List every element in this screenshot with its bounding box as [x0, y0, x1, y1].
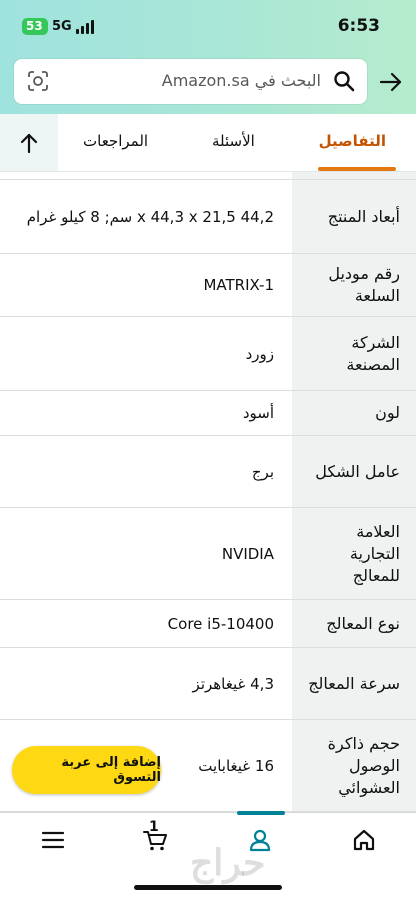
detail-key: سرعة المعالج: [292, 648, 416, 719]
battery-indicator: 53: [22, 18, 48, 35]
cart-icon[interactable]: [142, 827, 168, 853]
detail-value: برج: [251, 462, 274, 481]
table-row: الشركة المصنعة زورد: [0, 317, 416, 391]
tab-details[interactable]: التفاصيل: [319, 132, 386, 150]
table-row: لون أسود: [0, 391, 416, 436]
detail-key: عامل الشكل: [292, 436, 416, 507]
detail-key: رقم موديل السلعة: [292, 254, 416, 316]
search-bar[interactable]: البحث في Amazon.sa: [14, 59, 367, 104]
detail-value: NVIDIA: [221, 544, 274, 563]
detail-key: العلامة التجارية للمعالج: [292, 508, 416, 599]
detail-value: 4,3 غيغاهرتز: [192, 674, 274, 693]
arrow-up-icon: [20, 133, 38, 154]
table-row: أبعاد المنتج 44,2 x 44,3 x 21,5 سم; 8 كي…: [0, 180, 416, 254]
clock: 6:53: [337, 16, 380, 36]
search-icon[interactable]: [333, 70, 355, 92]
camera-lens-icon[interactable]: [27, 70, 49, 92]
detail-value: 44,2 x 44,3 x 21,5 سم; 8 كيلو غرام: [26, 207, 274, 226]
nav-active-indicator: [237, 811, 285, 815]
table-row: سرعة المعالج 4,3 غيغاهرتز: [0, 648, 416, 720]
app-header: 53 5G 6:53 البحث في Amazon.sa: [0, 0, 416, 114]
table-row: عامل الشكل برج: [0, 436, 416, 508]
detail-key: حجم ذاكرة الوصول العشوائي: [292, 720, 416, 811]
signal-icon: [76, 19, 94, 34]
search-input[interactable]: البحث في Amazon.sa: [162, 71, 321, 90]
back-arrow-icon[interactable]: [378, 69, 404, 95]
table-row: نوع المعالج Core i5-10400: [0, 600, 416, 648]
active-tab-indicator: [318, 167, 396, 171]
detail-value: زورد: [245, 344, 274, 363]
network-label: 5G: [52, 19, 72, 34]
detail-key: أبعاد المنتج: [292, 180, 416, 253]
tab-reviews[interactable]: المراجعات: [83, 132, 148, 150]
watermark-logo: حراج: [190, 842, 266, 884]
tab-questions[interactable]: الأسئلة: [212, 132, 255, 150]
table-row: رقم موديل السلعة MATRIX-1: [0, 254, 416, 317]
detail-value: Core i5-10400: [167, 614, 274, 633]
home-icon[interactable]: [351, 827, 377, 853]
details-table: أبعاد المنتج 44,2 x 44,3 x 21,5 سم; 8 كي…: [0, 172, 416, 812]
scroll-top-button[interactable]: [0, 114, 58, 171]
detail-key: لون: [292, 391, 416, 435]
add-to-cart-button[interactable]: إضافة إلى عربة التسوق: [12, 746, 161, 794]
detail-key: نوع المعالج: [292, 600, 416, 647]
table-row: العلامة التجارية للمعالج NVIDIA: [0, 508, 416, 600]
detail-value: MATRIX-1: [203, 276, 274, 294]
product-tabs: التفاصيل الأسئلة المراجعات: [0, 114, 416, 172]
home-indicator: [134, 885, 282, 890]
menu-icon[interactable]: [40, 827, 66, 853]
status-bar: 53 5G 6:53: [0, 0, 416, 52]
table-row: [0, 172, 416, 180]
detail-key: الشركة المصنعة: [292, 317, 416, 390]
detail-value: أسود: [242, 404, 274, 422]
